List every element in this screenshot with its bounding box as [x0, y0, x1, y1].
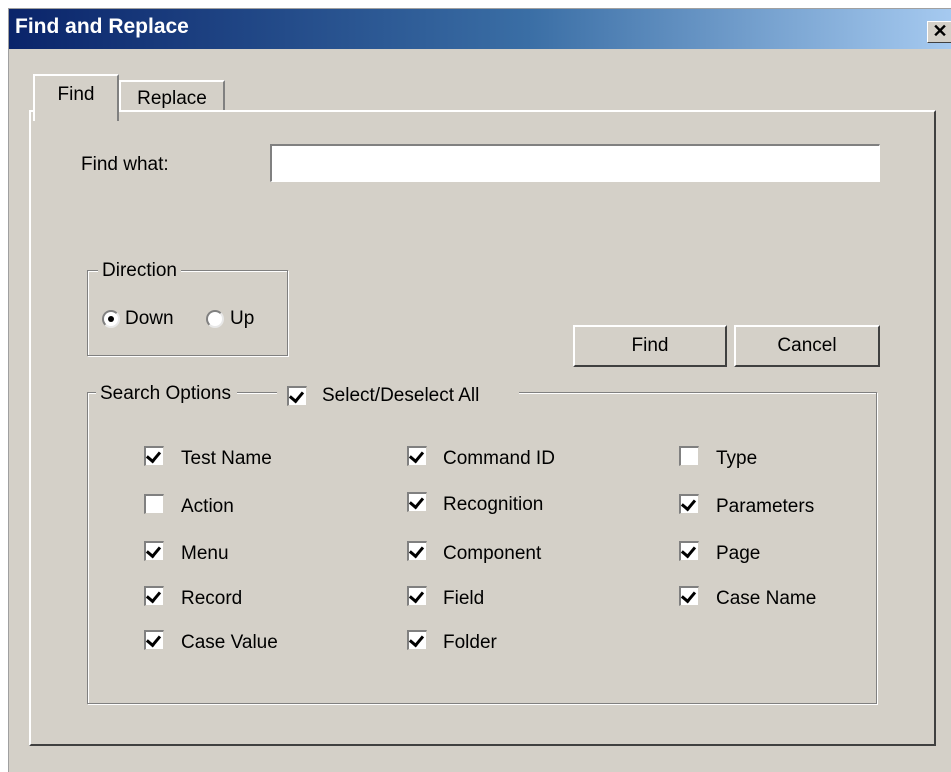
find-button[interactable]: Find	[573, 325, 727, 367]
check-mark-icon	[680, 587, 697, 604]
check-mark-icon	[288, 387, 305, 404]
check-mark-icon	[408, 587, 425, 604]
find-what-input[interactable]	[270, 144, 880, 182]
label-case-value[interactable]: Case Value	[181, 632, 278, 654]
checkbox-test-name[interactable]	[144, 446, 164, 466]
find-what-label: Find what:	[81, 154, 169, 175]
check-mark-icon	[145, 447, 162, 464]
checkbox-record[interactable]	[144, 586, 164, 606]
check-mark-icon	[145, 631, 162, 648]
label-page[interactable]: Page	[716, 543, 760, 565]
direction-down-label[interactable]: Down	[125, 308, 174, 330]
label-record[interactable]: Record	[181, 588, 242, 610]
label-component[interactable]: Component	[443, 543, 541, 565]
checkbox-case-name[interactable]	[679, 586, 699, 606]
tab-find[interactable]: Find	[33, 74, 119, 121]
label-command-id[interactable]: Command ID	[443, 448, 555, 470]
checkbox-folder[interactable]	[407, 630, 427, 650]
select-all-label[interactable]: Select/Deselect All	[322, 385, 479, 407]
label-type[interactable]: Type	[716, 448, 757, 470]
title-bar[interactable]: Find and Replace	[9, 9, 951, 49]
label-field[interactable]: Field	[443, 588, 484, 610]
direction-legend: Direction	[98, 260, 181, 282]
checkbox-menu[interactable]	[144, 541, 164, 561]
checkbox-field[interactable]	[407, 586, 427, 606]
checkbox-component[interactable]	[407, 541, 427, 561]
window-title: Find and Replace	[15, 15, 189, 38]
label-menu[interactable]: Menu	[181, 543, 229, 565]
label-folder[interactable]: Folder	[443, 632, 497, 654]
label-test-name[interactable]: Test Name	[181, 448, 272, 470]
checkbox-action[interactable]	[144, 494, 164, 514]
checkbox-type[interactable]	[679, 446, 699, 466]
direction-up-label[interactable]: Up	[230, 308, 254, 330]
check-mark-icon	[680, 542, 697, 559]
label-recognition[interactable]: Recognition	[443, 494, 543, 516]
label-parameters[interactable]: Parameters	[716, 496, 814, 518]
checkbox-recognition[interactable]	[407, 492, 427, 512]
tab-replace-label: Replace	[137, 88, 207, 109]
check-mark-icon	[408, 493, 425, 510]
checkbox-command-id[interactable]	[407, 446, 427, 466]
check-mark-icon	[145, 542, 162, 559]
direction-up-radio[interactable]	[206, 310, 224, 328]
check-mark-icon	[680, 495, 697, 512]
check-mark-icon	[145, 587, 162, 604]
checkbox-case-value[interactable]	[144, 630, 164, 650]
checkbox-page[interactable]	[679, 541, 699, 561]
radio-selected-dot	[108, 316, 114, 322]
cancel-button[interactable]: Cancel	[734, 325, 880, 367]
tab-find-label: Find	[57, 84, 95, 105]
check-mark-icon	[408, 631, 425, 648]
label-action[interactable]: Action	[181, 496, 234, 518]
search-options-legend: Search Options	[96, 383, 237, 405]
direction-down-radio[interactable]	[102, 310, 120, 328]
check-mark-icon	[408, 447, 425, 464]
check-mark-icon	[408, 542, 425, 559]
label-case-name[interactable]: Case Name	[716, 588, 816, 610]
checkbox-parameters[interactable]	[679, 494, 699, 514]
select-all-checkbox[interactable]	[287, 386, 307, 406]
close-icon[interactable]: ✕	[927, 21, 951, 43]
